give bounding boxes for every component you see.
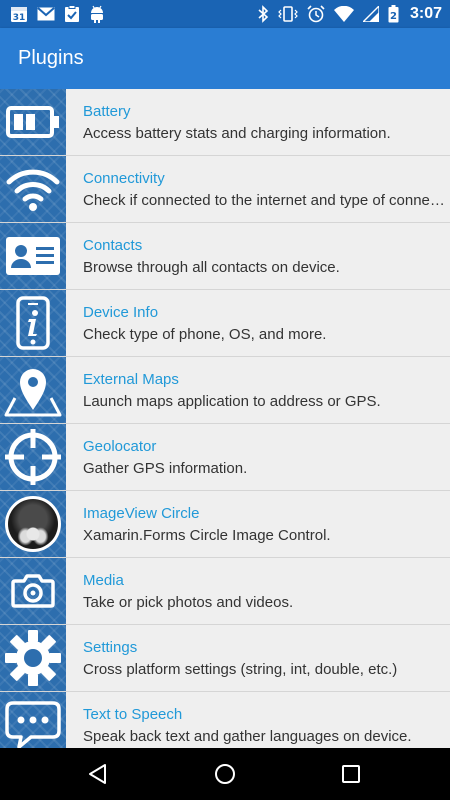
notification-icons: 31: [10, 0, 105, 28]
plugin-list[interactable]: Battery Access battery stats and chargin…: [0, 89, 450, 748]
android-debug-icon: [89, 5, 105, 23]
list-item-subtitle: Cross platform settings (string, int, do…: [83, 661, 398, 678]
back-icon: [89, 764, 106, 784]
device-info-tile: [0, 290, 66, 356]
list-item-text-to-speech[interactable]: Text to Speech Speak back text and gathe…: [0, 692, 450, 748]
home-icon: [215, 764, 235, 784]
system-icons: 2 3:07: [257, 0, 442, 28]
list-item-title: Text to Speech: [83, 706, 183, 723]
camera-icon: [11, 574, 55, 608]
list-item-subtitle: Gather GPS information.: [83, 460, 248, 477]
bluetooth-icon: [257, 5, 269, 23]
cell-signal-icon: [362, 6, 379, 22]
list-item-imageview-circle[interactable]: ImageView Circle Xamarin.Forms Circle Im…: [0, 491, 450, 558]
speech-bubble-icon: [5, 701, 61, 748]
list-item-title: Contacts: [83, 237, 143, 254]
app-bar: Plugins: [0, 28, 450, 89]
crosshair-icon: [5, 429, 61, 485]
text-to-speech-tile: [0, 692, 66, 748]
list-item-subtitle: Check type of phone, OS, and more.: [83, 326, 327, 343]
list-item-title: Device Info: [83, 304, 159, 321]
list-item-external-maps[interactable]: External Maps Launch maps application to…: [0, 357, 450, 424]
vibrate-icon: [278, 6, 298, 22]
monkey-photo: [8, 499, 58, 549]
clipboard-check-icon: [64, 5, 80, 23]
list-item-subtitle: Take or pick photos and videos.: [83, 594, 294, 611]
battery-mark: 2: [390, 11, 397, 22]
device-info-icon: [16, 296, 50, 350]
home-button[interactable]: [195, 748, 255, 800]
list-item-subtitle: Speak back text and gather languages on …: [83, 728, 412, 745]
page-title: Plugins: [18, 47, 84, 69]
battery-icon: [6, 106, 59, 138]
map-pin-icon: [4, 369, 62, 417]
wifi-signal-icon: [333, 6, 354, 22]
contact-card-icon: [6, 237, 60, 275]
list-item-title: ImageView Circle: [83, 505, 200, 522]
list-item-device-info[interactable]: Device Info Check type of phone, OS, and…: [0, 290, 450, 357]
external-maps-tile: [0, 357, 66, 423]
list-item-battery[interactable]: Battery Access battery stats and chargin…: [0, 89, 450, 156]
back-button[interactable]: [68, 748, 128, 800]
media-tile: [0, 558, 66, 624]
recents-button[interactable]: [321, 748, 381, 800]
connectivity-tile: [0, 156, 66, 222]
imageview-circle-tile: [0, 491, 66, 557]
geolocator-tile: [0, 424, 66, 490]
circle-photo: [5, 496, 61, 552]
status-time: 3:07: [409, 5, 442, 22]
battery-status-icon: 2: [388, 5, 399, 23]
list-item-subtitle: Check if connected to the internet and t…: [83, 192, 447, 209]
calendar-icon: 31: [10, 5, 28, 23]
list-item-geolocator[interactable]: Geolocator Gather GPS information.: [0, 424, 450, 491]
battery-tile: [0, 89, 66, 155]
calendar-day: 31: [13, 13, 26, 23]
list-item-title: Settings: [83, 639, 138, 656]
list-item-subtitle: Access battery stats and charging inform…: [83, 125, 391, 142]
status-bar: 31 2 3:07: [0, 0, 450, 28]
list-item-subtitle: Browse through all contacts on device.: [83, 259, 340, 276]
list-item-title: Battery: [83, 103, 131, 120]
list-item-subtitle: Xamarin.Forms Circle Image Control.: [83, 527, 331, 544]
recents-icon: [342, 765, 360, 783]
list-item-subtitle: Launch maps application to address or GP…: [83, 393, 381, 410]
settings-tile: [0, 625, 66, 691]
list-item-title: Geolocator: [83, 438, 157, 455]
gear-icon: [5, 630, 61, 686]
list-item-title: External Maps: [83, 371, 179, 388]
navigation-bar: [0, 748, 450, 800]
list-item-media[interactable]: Media Take or pick photos and videos.: [0, 558, 450, 625]
list-item-connectivity[interactable]: Connectivity Check if connected to the i…: [0, 156, 450, 223]
list-item-settings[interactable]: Settings Cross platform settings (string…: [0, 625, 450, 692]
wifi-icon: [6, 169, 60, 211]
list-item-title: Connectivity: [83, 170, 165, 187]
list-item-title: Media: [83, 572, 124, 589]
alarm-icon: [307, 5, 325, 23]
gmail-icon: [37, 7, 55, 21]
list-item-contacts[interactable]: Contacts Browse through all contacts on …: [0, 223, 450, 290]
contacts-tile: [0, 223, 66, 289]
